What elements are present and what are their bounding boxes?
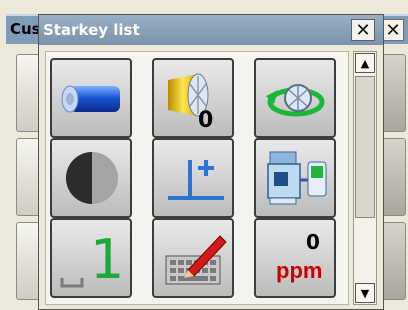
prism-constant-value: 0: [198, 108, 214, 133]
face-one-label: 1: [90, 228, 125, 291]
background-window-title: Cus: [10, 20, 41, 38]
starkey-grid: 0 1 0 ppm: [45, 51, 349, 305]
instrument-height-icon: [168, 160, 224, 200]
rotate-prism-key[interactable]: [254, 58, 336, 138]
battery-key[interactable]: [50, 58, 132, 138]
background-close-button[interactable]: ✕: [382, 19, 404, 41]
total-station-controller-icon: [267, 151, 327, 205]
keyboard-pen-icon: [165, 235, 227, 285]
scrollbar-thumb[interactable]: [355, 76, 375, 218]
vertical-scrollbar[interactable]: ▲ ▼: [353, 51, 377, 305]
scroll-up-button[interactable]: ▲: [355, 53, 375, 73]
close-button[interactable]: ✕: [351, 19, 375, 41]
total-station-controller-key[interactable]: [254, 138, 336, 218]
rotate-prism-icon: [266, 84, 325, 117]
ppm-value: 0: [306, 230, 320, 254]
battery-icon: [61, 85, 120, 113]
contrast-icon: [66, 152, 118, 204]
scroll-down-button[interactable]: ▼: [355, 283, 375, 303]
prism-key[interactable]: 0: [152, 58, 234, 138]
contrast-key[interactable]: [50, 138, 132, 218]
ppm-key[interactable]: 0 ppm: [254, 218, 336, 298]
face-one-key[interactable]: 1: [50, 218, 132, 298]
dialog-title: Starkey list: [43, 21, 140, 39]
prism-icon: [168, 73, 209, 117]
ppm-label: ppm: [276, 258, 323, 283]
dialog-titlebar: Starkey list ✕: [39, 15, 383, 45]
instrument-height-key[interactable]: [152, 138, 234, 218]
keyboard-key[interactable]: [152, 218, 234, 298]
starkey-list-dialog: Starkey list ✕ 0 1 0 ppm ▲ ▼: [38, 14, 384, 310]
